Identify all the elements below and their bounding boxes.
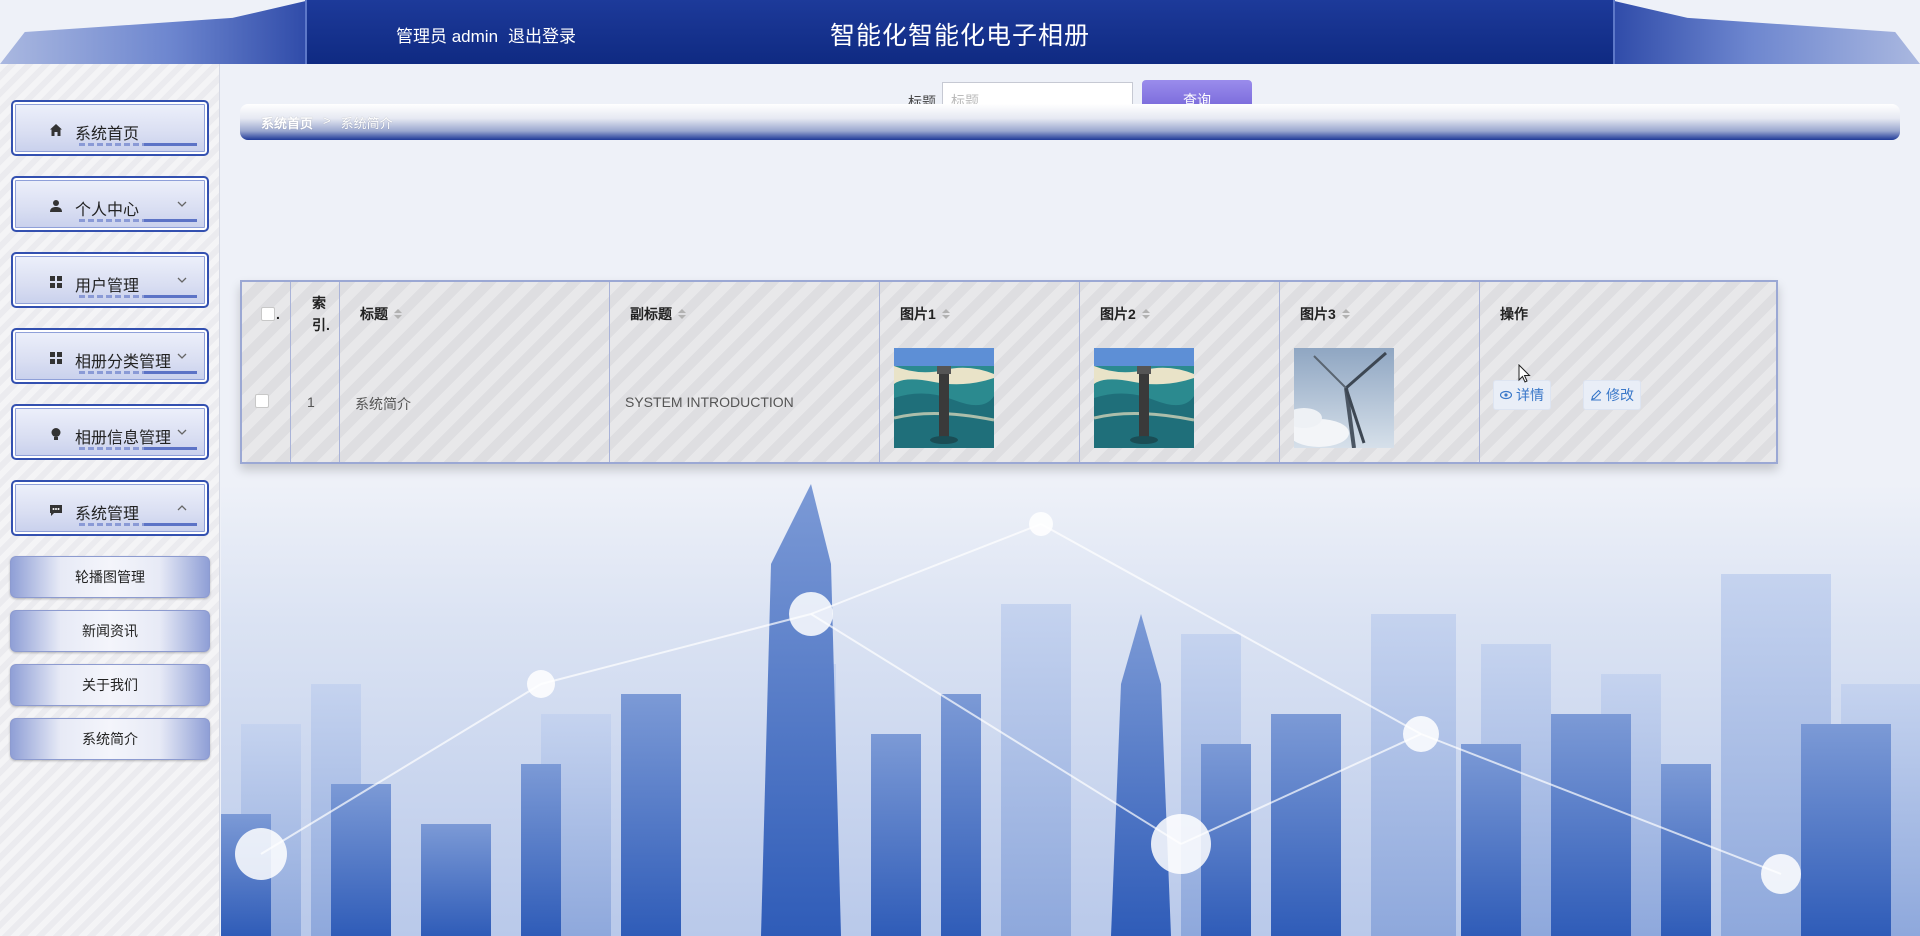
menu-decoration [79, 447, 197, 450]
sort-icon [678, 309, 686, 319]
menu-decoration [79, 143, 197, 146]
menu-decoration [79, 523, 197, 526]
submenu-about-us[interactable]: 关于我们 [10, 664, 210, 706]
column-header-label: 图片3 [1300, 306, 1336, 322]
sidebar: 系统首页 个人中心 用户管理 相册分类管理 相册信息管理 系统管理 轮播图管理 … [0, 64, 220, 936]
sidebar-item-label: 用户管理 [75, 278, 140, 295]
column-header-index: 索引. [312, 295, 330, 333]
picture1-lighthouse-thumbnail[interactable] [894, 348, 994, 448]
user-info: 管理员 admin 退出登录 [396, 22, 576, 46]
sidebar-item-users[interactable]: 用户管理 [11, 252, 209, 308]
home-icon [48, 122, 64, 138]
column-header-subtitle[interactable]: 副标题 [630, 304, 686, 324]
column-header-picture1[interactable]: 图片1 [900, 304, 950, 324]
breadcrumb-bar [240, 104, 1900, 140]
sort-icon [1141, 309, 1150, 319]
edit-button[interactable]: 修改 [1583, 380, 1641, 410]
grid-icon [48, 350, 64, 366]
submenu-system-intro[interactable]: 系统简介 [10, 718, 210, 760]
city-skyline-background [221, 484, 1920, 936]
top-header: 智能化智能化电子相册 管理员 admin 退出登录 [0, 0, 1920, 64]
grid-icon [48, 274, 64, 290]
sidebar-item-label: 个人中心 [75, 202, 140, 219]
row-title: 系统简介 [355, 396, 411, 412]
column-header-title[interactable]: 标题 [360, 304, 402, 324]
column-header-select: . [276, 306, 280, 322]
row-subtitle: SYSTEM INTRODUCTION [625, 394, 794, 410]
main-content: 标题 查询 系统首页 > 系统简介 . 索引. 标题 [221, 64, 1920, 936]
logout-link[interactable]: 退出登录 [508, 22, 576, 46]
edit-icon [1591, 389, 1602, 401]
row-checkbox[interactable] [255, 394, 269, 408]
menu-decoration [79, 295, 197, 298]
row-index: 1 [307, 394, 315, 410]
breadcrumb-home-link[interactable]: 系统首页 [261, 113, 313, 132]
column-header-label: 图片2 [1100, 306, 1136, 322]
chevron-down-icon [177, 424, 187, 435]
edit-button-label: 修改 [1606, 387, 1634, 403]
sidebar-item-label: 相册分类管理 [75, 354, 172, 371]
sort-icon [1341, 309, 1350, 319]
admin-role-label: 管理员 admin [396, 27, 499, 46]
app-title: 智能化智能化电子相册 [829, 22, 1090, 50]
picture2-lighthouse-thumbnail[interactable] [1094, 348, 1194, 448]
picture3-wind-turbine-thumbnail[interactable] [1294, 348, 1394, 448]
sidebar-item-album-info[interactable]: 相册信息管理 [11, 404, 209, 460]
bulb-icon [48, 426, 64, 442]
sidebar-item-profile[interactable]: 个人中心 [11, 176, 209, 232]
data-table: . 索引. 标题 副标题 图片1 图片2 图片3 操作 1 系统简介 SYSTE… [240, 280, 1778, 464]
submenu-news[interactable]: 新闻资讯 [10, 610, 210, 652]
column-header-picture3[interactable]: 图片3 [1300, 304, 1350, 324]
sidebar-item-album-category[interactable]: 相册分类管理 [11, 328, 209, 384]
sidebar-item-label: 系统首页 [75, 126, 140, 143]
sidebar-item-label: 系统管理 [75, 506, 140, 523]
breadcrumb-current: 系统简介 [340, 116, 393, 131]
eye-icon [1500, 390, 1512, 400]
breadcrumb-separator: > [323, 113, 331, 128]
submenu-carousel[interactable]: 轮播图管理 [10, 556, 210, 598]
column-header-label: 标题 [360, 306, 388, 322]
sort-icon [394, 309, 402, 319]
menu-decoration [79, 371, 197, 374]
chat-icon [48, 502, 64, 518]
select-all-checkbox[interactable] [261, 307, 275, 321]
sort-icon [941, 309, 950, 319]
sidebar-item-system[interactable]: 系统管理 [11, 480, 209, 536]
detail-button[interactable]: 详情 [1493, 380, 1551, 410]
sidebar-item-label: 相册信息管理 [75, 430, 172, 447]
menu-decoration [79, 219, 197, 222]
column-header-picture2[interactable]: 图片2 [1100, 304, 1150, 324]
column-header-label: 图片1 [900, 306, 936, 322]
column-header-actions: 操作 [1500, 306, 1528, 322]
detail-button-label: 详情 [1516, 387, 1544, 403]
chevron-down-icon [177, 348, 187, 359]
sidebar-item-home[interactable]: 系统首页 [11, 100, 209, 156]
user-icon [48, 198, 64, 214]
chevron-up-icon [177, 500, 187, 511]
chevron-down-icon [177, 196, 187, 207]
breadcrumb: 系统首页 > 系统简介 [261, 113, 393, 132]
column-header-label: 副标题 [630, 306, 672, 322]
mouse-cursor-icon [1518, 364, 1531, 383]
chevron-down-icon [177, 272, 187, 283]
